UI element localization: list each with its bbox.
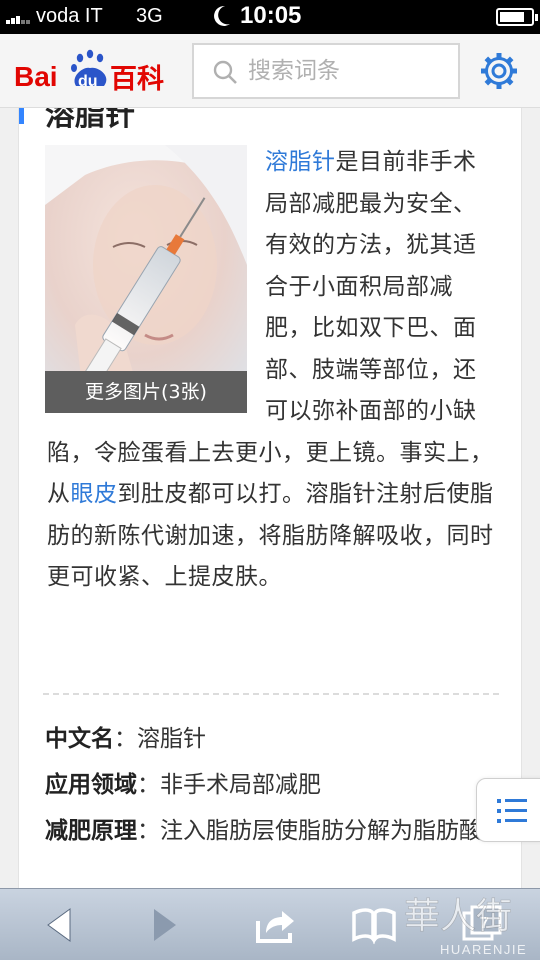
baidu-baike-logo[interactable]: Bai du 百科 (14, 42, 174, 98)
list-icon (497, 799, 527, 823)
clock: 10:05 (240, 2, 302, 29)
info-key: 减肥原理 (45, 818, 137, 844)
divider (43, 693, 499, 695)
page-title: 溶脂针 (45, 108, 135, 133)
info-row: 减肥原理：注入脂肪层使脂肪分解为脂肪酸 (45, 808, 511, 854)
more-pictures-label[interactable]: 更多图片(3张) (45, 371, 247, 413)
huarenjie-watermark: 華人街 HUARENJIE (404, 896, 527, 957)
article-card: 溶脂针 溶脂针是目前非手术局部减肥最为安全、有效的方法，犹其适合于小面积局部减肥… (18, 108, 522, 888)
info-key: 中文名 (45, 726, 114, 752)
info-value: 注入脂肪层使脂肪分解为脂肪酸 (160, 818, 482, 844)
search-icon (213, 60, 237, 84)
bookmarks-icon[interactable] (352, 903, 396, 947)
moon-icon (214, 5, 230, 26)
search-box[interactable] (192, 43, 460, 99)
network-type: 3G (136, 5, 163, 27)
site-header: Bai du 百科 (0, 34, 540, 108)
svg-text:du: du (78, 73, 98, 90)
info-row: 应用领域：非手术局部减肥 (45, 762, 511, 808)
article-image[interactable]: 更多图片(3张) (45, 145, 247, 413)
search-input[interactable] (248, 53, 448, 89)
signal-icon (6, 12, 32, 24)
info-row: 中文名：溶脂针 (45, 716, 511, 762)
info-separator: ： (137, 818, 160, 844)
info-separator: ： (114, 726, 137, 752)
back-icon[interactable] (40, 903, 84, 947)
title-accent (19, 108, 24, 124)
info-value: 非手术局部减肥 (160, 772, 321, 798)
svg-text:Bai: Bai (14, 61, 58, 92)
svg-text:百科: 百科 (110, 64, 164, 95)
link-eyelid[interactable]: 眼皮 (71, 481, 118, 507)
info-value: 溶脂针 (137, 726, 206, 752)
forward-icon[interactable] (140, 903, 184, 947)
status-bar: voda IT 3G 10:05 (0, 0, 540, 34)
basic-info: 中文名：溶脂针 应用领域：非手术局部减肥 减肥原理：注入脂肪层使脂肪分解为脂肪酸 (45, 716, 511, 854)
toc-button[interactable] (476, 778, 540, 842)
carrier-name: voda IT (36, 5, 103, 27)
svg-text:HUARENJIE: HUARENJIE (440, 942, 527, 957)
battery-icon (496, 8, 538, 26)
info-separator: ： (137, 772, 160, 798)
share-icon[interactable] (252, 903, 296, 947)
gear-icon[interactable] (480, 52, 518, 90)
info-key: 应用领域 (45, 772, 137, 798)
link-term[interactable]: 溶脂针 (265, 149, 336, 175)
svg-text:華人街: 華人街 (404, 896, 512, 937)
